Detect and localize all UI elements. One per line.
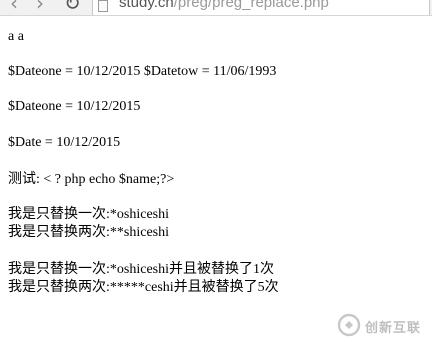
output-line-9: 我是只替换两次:*****ceshi并且被替换了5次 [8,280,279,295]
browser-window: ‹ › ↻ study.cn/preg/preg_replace.php a a… [0,0,432,347]
address-bar[interactable]: study.cn/preg/preg_replace.php [92,0,430,15]
output-line-8: 我是只替换一次:*oshiceshi并且被替换了1次 [8,262,274,277]
output-line-4: $Date = 10/12/2015 [8,135,121,150]
output-line-6: 我是只替换一次:*oshiceshi [8,207,169,222]
watermark-text: 创新互联 [365,321,422,336]
url-text[interactable]: study.cn/preg/preg_replace.php [119,0,329,11]
output-line-5: 测试: < ? php echo $name;?> [8,172,175,187]
url-host: study.cn [119,0,174,11]
watermark-logo: 创新互联 [337,311,432,341]
forward-icon[interactable]: › [36,0,44,13]
back-icon[interactable]: ‹ [10,0,18,13]
browser-toolbar: ‹ › ↻ study.cn/preg/preg_replace.php [0,0,432,16]
page-icon [98,0,108,12]
output-line-7: 我是只替换两次:**shiceshi [8,225,169,240]
url-path: /preg/preg_replace.php [173,0,329,11]
output-line-3: $Dateone = 10/12/2015 [8,99,141,114]
watermark-icon [337,313,361,337]
output-line-1: a a [8,29,24,44]
reload-icon[interactable]: ↻ [64,0,81,13]
output-line-2: $Dateone = 10/12/2015 $Datetow = 11/06/1… [8,64,277,79]
